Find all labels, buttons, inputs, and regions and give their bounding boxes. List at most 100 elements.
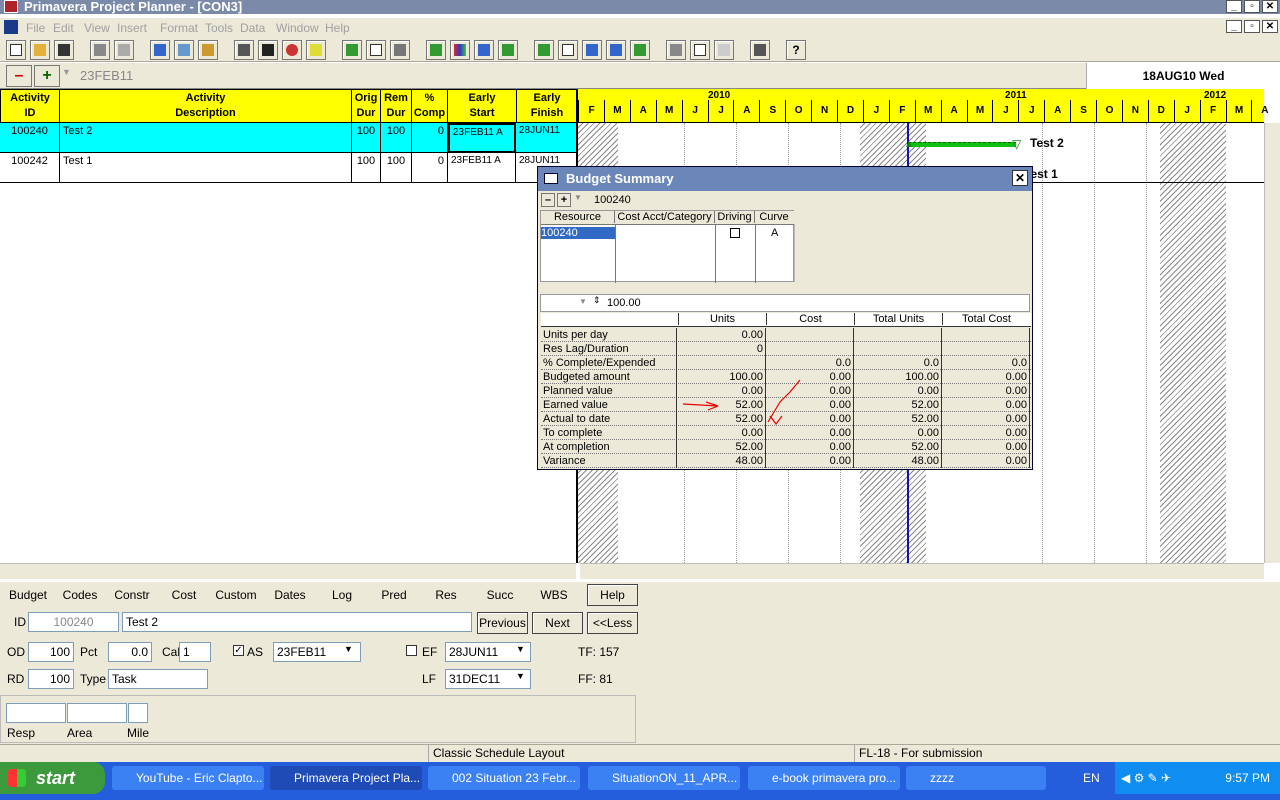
menu-insert[interactable]: Insert [117, 21, 147, 35]
tab-custom[interactable]: Custom [212, 584, 260, 606]
open-icon[interactable] [30, 40, 50, 60]
value-input[interactable]: 100.00 [607, 297, 641, 309]
cell-ef[interactable]: 28JUN11 [516, 123, 578, 153]
budget-cell-cost[interactable] [766, 342, 854, 356]
taskbar-item[interactable]: e-book primavera pro... [748, 766, 900, 790]
find-icon[interactable] [258, 40, 278, 60]
budget-cell-tcost[interactable] [942, 328, 1030, 342]
minimize-button[interactable]: _ [1226, 0, 1242, 13]
table-icon[interactable] [558, 40, 578, 60]
cal-field[interactable]: 1 [179, 642, 211, 662]
tab-log[interactable]: Log [318, 584, 366, 606]
document-icon[interactable] [4, 20, 18, 34]
as-dropdown-icon[interactable]: ▼ [344, 644, 353, 654]
plus-button[interactable]: + [34, 65, 60, 87]
sort-icon[interactable] [630, 40, 650, 60]
budget-row[interactable]: Variance 48.00 0.00 48.00 0.00 [541, 454, 1031, 468]
cell-desc[interactable]: Test 1 [60, 153, 352, 183]
budget-cell-tcost[interactable]: 0.00 [942, 426, 1030, 440]
app-icon[interactable] [4, 0, 18, 13]
cell-od[interactable]: 100 [352, 153, 381, 183]
copy-icon[interactable] [174, 40, 194, 60]
rd-field[interactable]: 100 [28, 669, 74, 689]
menu-window[interactable]: Window [276, 21, 319, 35]
area-field[interactable] [67, 703, 127, 723]
budget-cell-tcost[interactable] [942, 342, 1030, 356]
taskbar-item[interactable]: Primavera Project Pla... [270, 766, 422, 790]
value-spinner-icon[interactable]: ⇕ [593, 295, 601, 306]
lf-dropdown-icon[interactable]: ▼ [516, 671, 525, 681]
budget-summary-dialog[interactable]: Budget Summary ✕ – + ▼ 100240 Resource C… [537, 166, 1033, 470]
taskbar-item[interactable]: SituationON_11_APR... [588, 766, 740, 790]
budget-cell-tcost[interactable]: 0.00 [942, 370, 1030, 384]
budget-row[interactable]: Res Lag/Duration 0 [541, 342, 1031, 356]
budget-cell-units[interactable]: 0 [678, 342, 766, 356]
dialog-close-button[interactable]: ✕ [1012, 170, 1028, 186]
help-icon[interactable]: ? [786, 40, 806, 60]
budget-row[interactable]: % Complete/Expended 0.0 0.0 0.0 [541, 356, 1031, 370]
od-field[interactable]: 100 [28, 642, 74, 662]
budget-cell-cost[interactable] [766, 328, 854, 342]
description-field[interactable]: Test 2 [122, 612, 472, 632]
menu-help[interactable]: Help [325, 21, 350, 35]
activity-bar[interactable] [908, 142, 1016, 147]
col-early-finish[interactable]: Early Finish [516, 89, 578, 123]
save-icon[interactable] [54, 40, 74, 60]
cell-od[interactable]: 100 [352, 123, 381, 153]
resp-field[interactable] [6, 703, 66, 723]
col-activity-id[interactable]: Activity ID [0, 89, 60, 123]
menu-view[interactable]: View [84, 21, 110, 35]
budget-row[interactable]: Units per day 0.00 [541, 328, 1031, 342]
col-early-start[interactable]: Early Start [447, 89, 517, 123]
budget-cell-units[interactable]: 48.00 [678, 454, 766, 468]
value-dropdown-icon[interactable]: ▼ [579, 297, 587, 306]
menu-data[interactable]: Data [240, 21, 265, 35]
cell-id[interactable]: 100240 [0, 123, 60, 153]
pert-icon[interactable] [390, 40, 410, 60]
tools-icon[interactable] [750, 40, 770, 60]
print-icon[interactable] [90, 40, 110, 60]
tab-constr[interactable]: Constr [108, 584, 156, 606]
col-orig-dur[interactable]: Orig Dur [351, 89, 381, 123]
cell-pct[interactable]: 0 [412, 153, 448, 183]
language-indicator[interactable]: EN [1083, 762, 1100, 794]
resource-vscroll[interactable] [794, 224, 810, 282]
budget-cell-tcost[interactable]: 0.00 [942, 398, 1030, 412]
start-button[interactable]: start [0, 762, 105, 794]
dialog-title[interactable]: Budget Summary ✕ [538, 167, 1032, 191]
budget-row[interactable]: At completion 52.00 0.00 52.00 0.00 [541, 440, 1031, 454]
budget-cell-units[interactable] [678, 356, 766, 370]
budget-cell-tunits[interactable]: 48.00 [854, 454, 942, 468]
budget-cell-tcost[interactable]: 0.00 [942, 440, 1030, 454]
cell-desc[interactable]: Test 2 [60, 123, 352, 153]
budget-cell-cost[interactable]: 0.0 [766, 356, 854, 370]
budget-cell-tunits[interactable]: 52.00 [854, 440, 942, 454]
budget-cell-units[interactable]: 0.00 [678, 328, 766, 342]
tab-pred[interactable]: Pred [370, 584, 418, 606]
doc-close-button[interactable]: ✕ [1262, 20, 1278, 33]
pct-field[interactable]: 0.0 [108, 642, 152, 662]
tray-icons[interactable]: ◀ ⚙ ✎ ✈ [1121, 762, 1171, 794]
tab-dates[interactable]: Dates [266, 584, 314, 606]
organize-icon[interactable] [342, 40, 362, 60]
type-field[interactable]: Task [108, 669, 208, 689]
budget-cell-tcost[interactable]: 0.00 [942, 454, 1030, 468]
res-cell-resource[interactable]: 100240 [541, 227, 615, 239]
cell-id[interactable]: 100242 [0, 153, 60, 183]
resource-table[interactable]: Resource Cost Acct/Category Driving Curv… [540, 210, 795, 283]
previous-button[interactable]: Previous [477, 612, 528, 634]
level-icon[interactable] [282, 40, 302, 60]
budget-cell-tunits[interactable]: 0.00 [854, 426, 942, 440]
value-edit-bar[interactable]: ▼ ⇕ 100.00 [540, 294, 1030, 312]
dropdown-arrow-icon[interactable]: ▼ [62, 67, 72, 85]
layout-icon[interactable] [582, 40, 602, 60]
dialog-dropdown-icon[interactable]: ▼ [574, 193, 586, 207]
doc-minimize-button[interactable]: _ [1226, 20, 1242, 33]
filter-icon[interactable] [606, 40, 626, 60]
report-icon[interactable] [666, 40, 686, 60]
col-description[interactable]: Activity Description [59, 89, 352, 123]
budget-cell-units[interactable]: 52.00 [678, 440, 766, 454]
taskbar-item[interactable]: zzzz [906, 766, 1046, 790]
schedule-icon[interactable] [234, 40, 254, 60]
budget-cell-tunits[interactable]: 52.00 [854, 398, 942, 412]
